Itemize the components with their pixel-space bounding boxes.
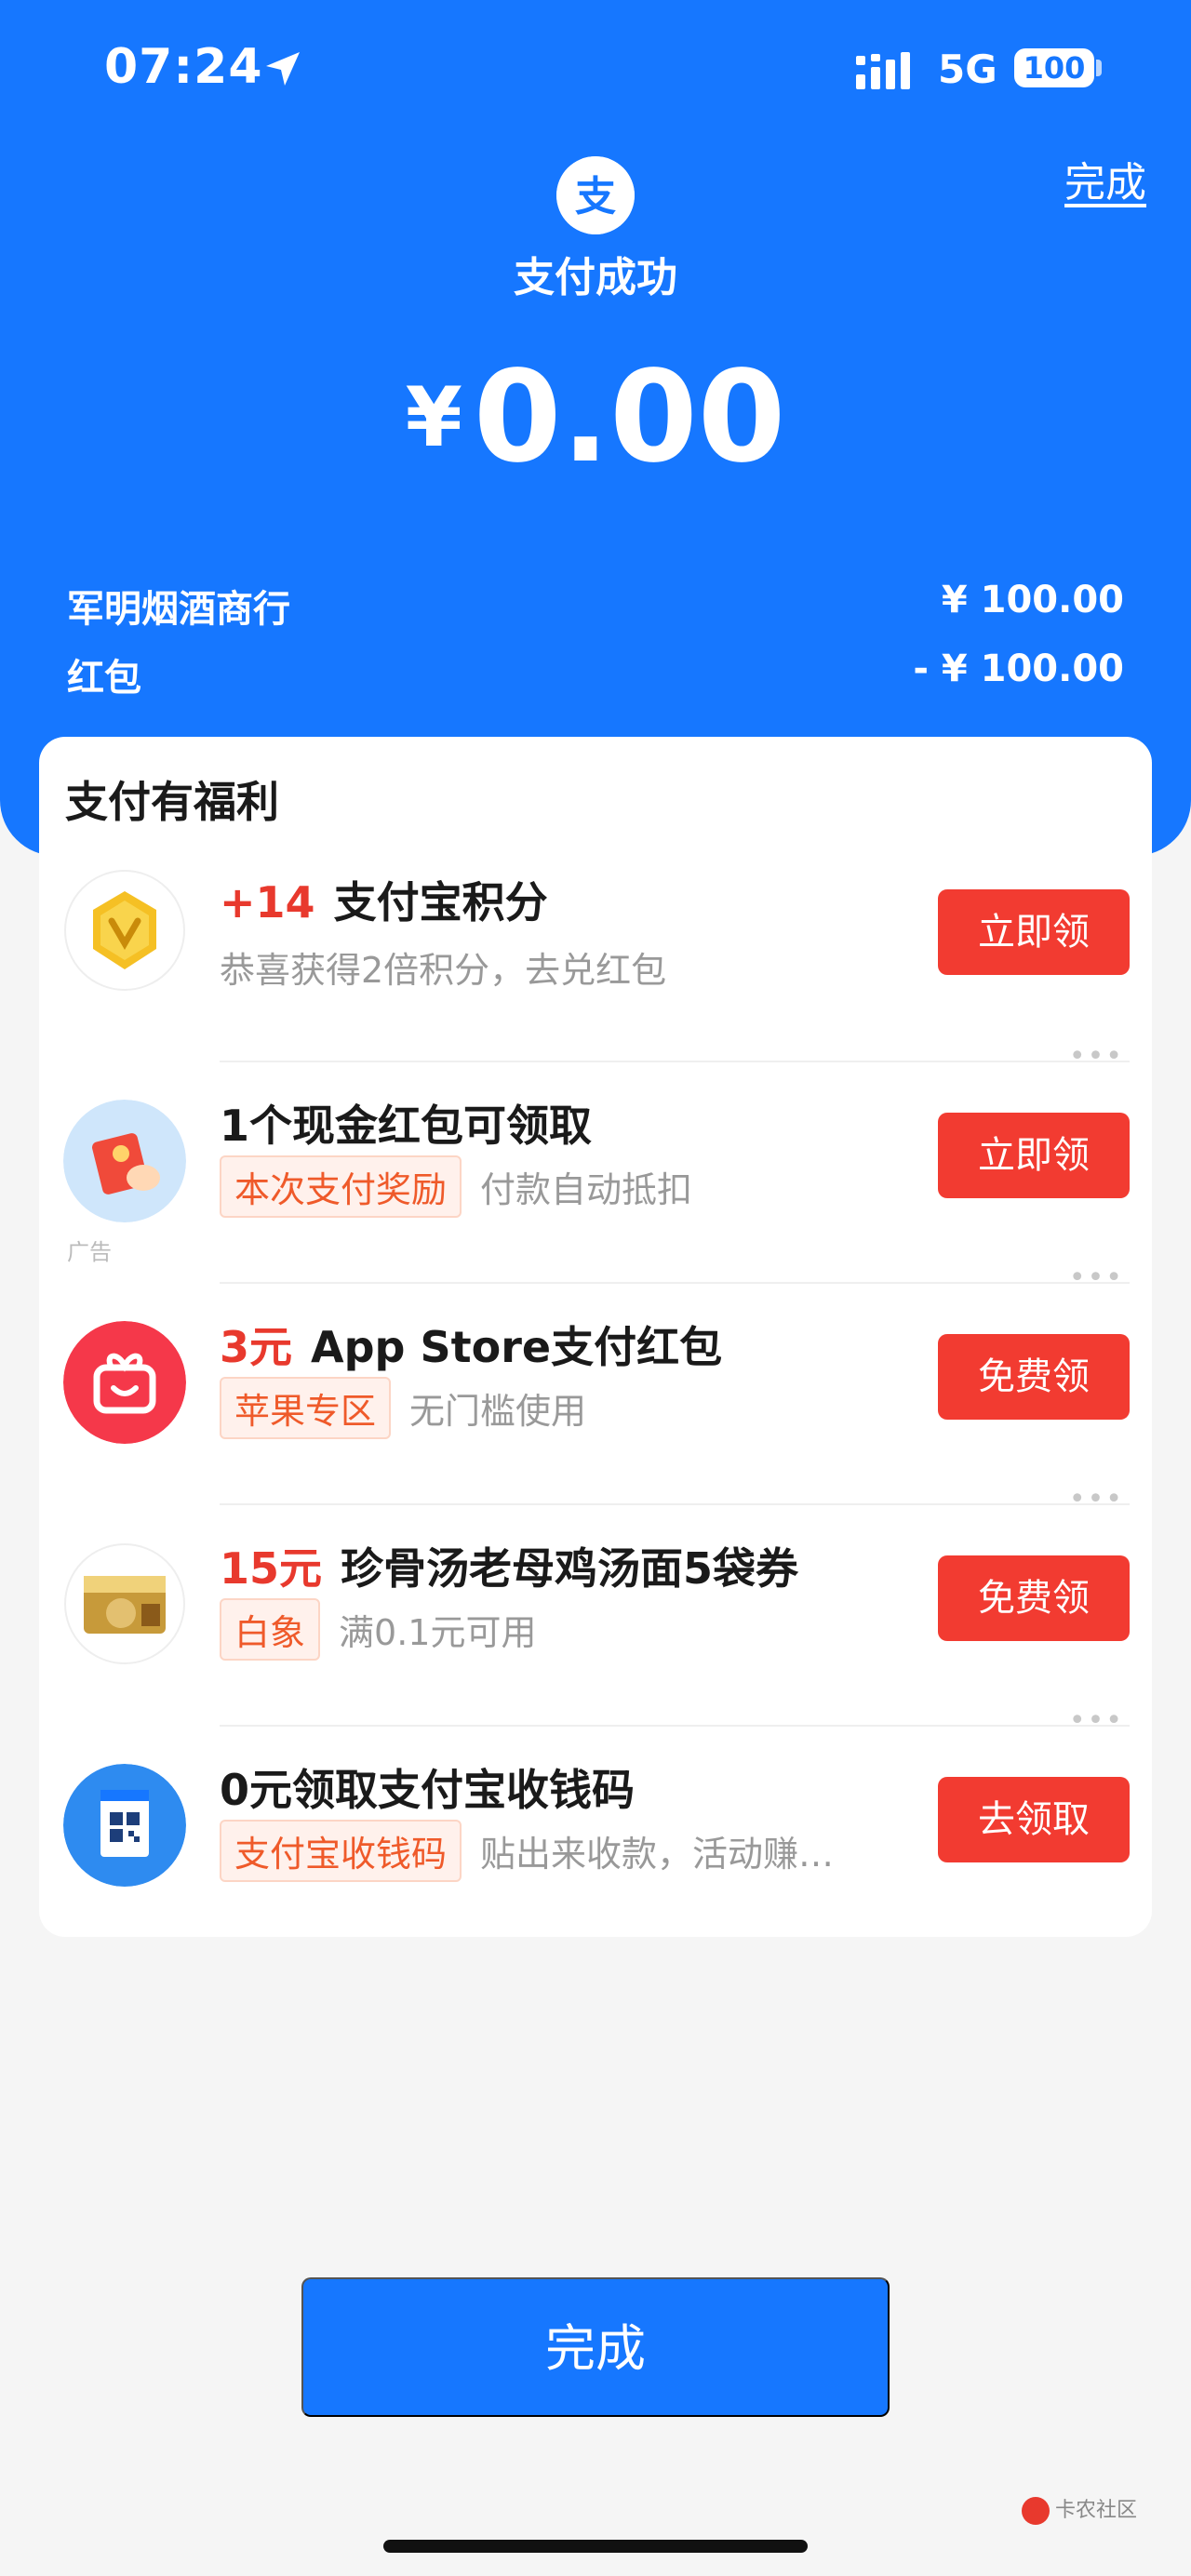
item-tag: 白象 <box>220 1598 321 1661</box>
more-options-icon[interactable]: ••• <box>1069 1261 1124 1294</box>
item-tag: 苹果专区 <box>220 1377 392 1439</box>
status-time: 07:24 <box>104 39 263 95</box>
item-title: 1个现金红包可领取 <box>220 1101 593 1151</box>
list-item[interactable]: ••• 3元 App Store支付红包 苹果专区 无门槛使用 免费领 <box>39 1261 1152 1505</box>
claim-button[interactable]: 立即领 <box>938 1113 1130 1198</box>
battery-icon: 100 <box>1014 48 1094 87</box>
item-desc: 付款自动抵扣 <box>480 1169 693 1210</box>
noodle-pack-icon <box>64 1543 185 1664</box>
more-options-icon[interactable]: ••• <box>1069 1040 1124 1073</box>
home-indicator[interactable] <box>383 2540 808 2553</box>
item-tag: 支付宝收钱码 <box>220 1820 462 1882</box>
item-title: +14 支付宝积分 <box>220 869 548 930</box>
svg-text:支: 支 <box>575 173 616 220</box>
item-tag: 本次支付奖励 <box>220 1155 462 1218</box>
done-link[interactable]: 完成 <box>1064 149 1146 208</box>
item-title: 15元 珍骨汤老母鸡汤面5袋券 <box>220 1535 798 1596</box>
item-title-text: 珍骨汤老母鸡汤面5袋券 <box>341 1543 799 1594</box>
benefits-card: 支付有福利 +14 支付宝积分 恭喜获得2倍积分，去兑红包 立即领 ••• 广告 … <box>39 737 1152 1937</box>
item-sub: 支付宝收钱码 贴出来收款，活动赚… <box>220 1820 834 1882</box>
more-options-icon[interactable]: ••• <box>1069 1483 1124 1515</box>
watermark-logo-icon <box>1022 2497 1050 2525</box>
list-item[interactable]: ••• 0元领取支付宝收钱码 支付宝收钱码 贴出来收款，活动赚… 去领取 <box>39 1704 1152 1948</box>
signal-icon <box>856 52 910 89</box>
battery-tip <box>1096 60 1102 76</box>
detail-label: 军明烟酒商行 <box>67 588 290 631</box>
item-sub: 苹果专区 无门槛使用 <box>220 1377 586 1439</box>
more-options-icon[interactable]: ••• <box>1069 1704 1124 1737</box>
benefits-title: 支付有福利 <box>65 777 279 827</box>
gold-coin-icon <box>64 870 185 991</box>
item-desc: 恭喜获得2倍积分，去兑红包 <box>220 950 667 991</box>
payment-success-title: 支付成功 <box>514 254 677 301</box>
gift-box-icon <box>63 1321 186 1444</box>
network-type: 5G <box>938 47 997 92</box>
claim-button[interactable]: 立即领 <box>938 889 1130 975</box>
detail-value: ¥ 100.00 <box>941 579 1124 621</box>
item-highlight: +14 <box>220 877 315 928</box>
item-highlight: 15元 <box>220 1543 323 1594</box>
detail-row-merchant: 军明烟酒商行 ¥ 100.00 <box>67 579 1124 633</box>
detail-row-red-packet: 红包 - ¥ 100.00 <box>67 647 1124 701</box>
list-item[interactable]: ••• 15元 珍骨汤老母鸡汤面5袋券 白象 满0.1元可用 免费领 <box>39 1483 1152 1727</box>
item-highlight: 3元 <box>220 1322 293 1372</box>
currency-symbol: ¥ <box>405 369 462 465</box>
amount-value: 0.00 <box>473 344 786 491</box>
watermark-text: 卡农社区 <box>1055 2499 1138 2522</box>
detail-label: 红包 <box>67 657 141 700</box>
item-title: 3元 App Store支付红包 <box>220 1314 722 1375</box>
detail-value: - ¥ 100.00 <box>913 647 1124 690</box>
ad-label: 广告 <box>67 1239 112 1265</box>
list-item[interactable]: ••• 广告 1个现金红包可领取 本次支付奖励 付款自动抵扣 立即领 <box>39 1040 1152 1284</box>
item-sub: 白象 满0.1元可用 <box>220 1598 536 1661</box>
item-desc: 贴出来收款，活动赚… <box>480 1834 835 1875</box>
qr-code-icon <box>63 1764 186 1887</box>
done-button[interactable]: 完成 <box>301 2277 890 2417</box>
item-sub: 本次支付奖励 付款自动抵扣 <box>220 1155 692 1218</box>
payment-amount: ¥0.00 <box>0 344 1191 491</box>
red-envelope-icon <box>63 1100 186 1222</box>
watermark: 卡农社区 <box>1022 2493 1137 2525</box>
alipay-logo-icon: 支 <box>556 156 635 234</box>
claim-button[interactable]: 免费领 <box>938 1555 1130 1641</box>
status-bar: 07:24 5G 100 <box>0 0 1191 140</box>
item-title-text: 支付宝积分 <box>333 877 548 928</box>
claim-button[interactable]: 去领取 <box>938 1777 1130 1862</box>
item-title-text: App Store支付红包 <box>311 1322 723 1372</box>
claim-button[interactable]: 免费领 <box>938 1334 1130 1420</box>
list-item[interactable]: +14 支付宝积分 恭喜获得2倍积分，去兑红包 立即领 <box>39 841 1152 1062</box>
item-desc: 满0.1元可用 <box>339 1612 537 1653</box>
location-arrow-icon <box>266 52 300 86</box>
item-desc: 无门槛使用 <box>409 1391 587 1432</box>
item-title: 0元领取支付宝收钱码 <box>220 1765 636 1815</box>
